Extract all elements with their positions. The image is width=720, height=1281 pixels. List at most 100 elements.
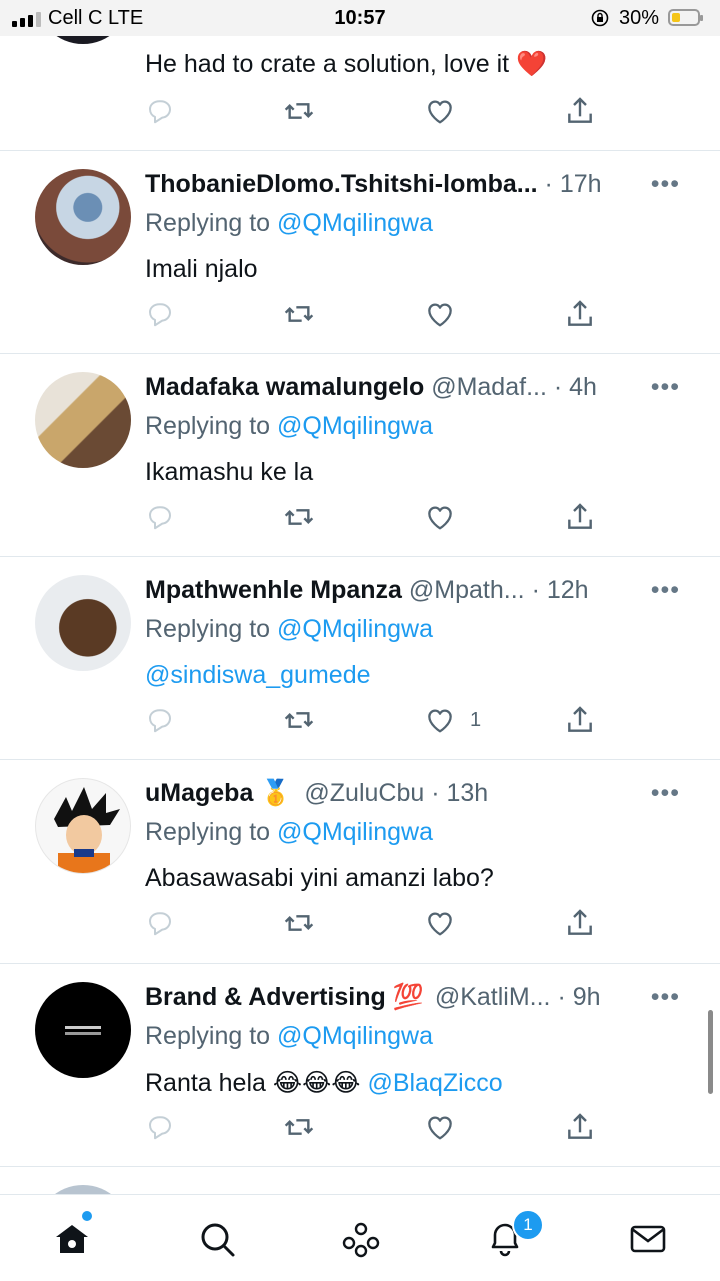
tweet-text: Abasawasabi yini amanzi labo? <box>145 864 494 892</box>
tweet-actions: 1 <box>145 702 605 742</box>
more-icon[interactable]: ••• <box>651 370 680 404</box>
more-icon[interactable]: ••• <box>651 573 680 607</box>
retweet-button[interactable] <box>283 702 315 738</box>
retweet-button[interactable] <box>283 93 315 129</box>
user-handle[interactable]: @Madaf... <box>431 373 547 401</box>
reply-icon <box>145 502 175 532</box>
share-button[interactable] <box>564 93 596 129</box>
like-button[interactable] <box>424 296 456 332</box>
tweet-header: Madafaka wamalungelo @Madaf... · 4h ••• <box>145 370 690 404</box>
share-icon <box>564 501 596 533</box>
reply-button[interactable] <box>145 93 175 129</box>
display-name[interactable]: uMageba 🥇 <box>145 779 291 807</box>
like-button[interactable] <box>424 1109 456 1145</box>
display-name[interactable]: Madafaka wamalungelo <box>145 373 424 401</box>
more-icon[interactable]: ••• <box>651 980 680 1014</box>
tweet-actions <box>145 296 605 336</box>
timestamp: 9h <box>572 983 601 1011</box>
user-handle[interactable]: @ZuluCbu <box>304 779 424 807</box>
retweet-button[interactable] <box>283 1109 315 1145</box>
more-icon[interactable]: ••• <box>651 776 680 810</box>
share-icon <box>564 907 596 939</box>
tweet-text: Imali njalo <box>145 255 258 283</box>
like-button[interactable] <box>424 905 456 941</box>
retweet-button[interactable] <box>283 499 315 535</box>
search-icon[interactable] <box>195 1217 239 1261</box>
rotation-lock-icon <box>591 9 609 27</box>
bottom-navigation <box>0 1194 720 1281</box>
tweet-item[interactable]: Brand & Advertising 💯 @KatliM... · 9h ••… <box>0 964 720 1167</box>
messages-icon[interactable] <box>626 1217 670 1261</box>
body-mention[interactable]: @sindiswa_gumede <box>145 661 371 689</box>
tweet-item[interactable]: Madafaka wamalungelo @Madaf... · 4h ••• … <box>0 354 720 557</box>
avatar[interactable] <box>35 982 131 1078</box>
retweet-icon <box>283 95 315 127</box>
timestamp: 17h <box>559 170 602 198</box>
share-icon <box>564 1111 596 1143</box>
spaces-icon[interactable] <box>339 1217 383 1261</box>
reply-button[interactable] <box>145 905 175 941</box>
avatar[interactable] <box>35 169 131 265</box>
replying-to: Replying to @QMqilingwa <box>145 1022 433 1051</box>
timestamp: 12h <box>546 576 589 604</box>
share-button[interactable] <box>564 1109 596 1145</box>
scroll-indicator[interactable] <box>708 1010 713 1094</box>
home-icon[interactable] <box>50 1217 94 1261</box>
avatar[interactable] <box>35 778 131 874</box>
replying-handle[interactable]: @QMqilingwa <box>277 412 433 440</box>
separator-dot: · <box>546 373 570 401</box>
share-button[interactable] <box>564 905 596 941</box>
replying-prefix: Replying to <box>145 818 278 846</box>
reply-button[interactable] <box>145 702 175 738</box>
retweet-icon <box>283 907 315 939</box>
notifications-badge: 1 <box>512 1209 544 1241</box>
replying-prefix: Replying to <box>145 209 278 237</box>
display-name[interactable]: ThobanieDlomo.Tshitshi-lomba... <box>145 170 538 198</box>
retweet-button[interactable] <box>283 905 315 941</box>
replying-handle[interactable]: @QMqilingwa <box>277 209 433 237</box>
retweet-icon <box>283 1111 315 1143</box>
user-handle[interactable]: @KatliM... <box>435 983 551 1011</box>
tweet-item[interactable]: ThobanieDlomo.Tshitshi-lomba... · 17h ••… <box>0 151 720 354</box>
reply-icon <box>145 1112 175 1142</box>
retweet-icon <box>283 298 315 330</box>
battery-icon <box>668 9 703 26</box>
reply-button[interactable] <box>145 1109 175 1145</box>
replying-handle[interactable]: @QMqilingwa <box>277 615 433 643</box>
retweet-button[interactable] <box>283 296 315 332</box>
share-button[interactable] <box>564 499 596 535</box>
reply-button[interactable] <box>145 499 175 535</box>
share-button[interactable] <box>564 296 596 332</box>
display-name[interactable]: Mpathwenhle Mpanza <box>145 576 402 604</box>
user-handle[interactable]: @Mpath... <box>409 576 525 604</box>
share-button[interactable] <box>564 702 596 738</box>
replying-handle[interactable]: @QMqilingwa <box>277 1022 433 1050</box>
tweet-text: He had to crate a solution, love it ❤️ <box>145 50 547 79</box>
tweet-header: Brand & Advertising 💯 @KatliM... · 9h ••… <box>145 980 690 1014</box>
body-mention[interactable]: @BlaqZicco <box>367 1069 502 1097</box>
tweet-actions <box>145 905 605 945</box>
tweet-text: Ikamashu ke la <box>145 458 314 486</box>
tweet-item[interactable]: Mpathwenhle Mpanza @Mpath... · 12h ••• R… <box>0 557 720 760</box>
avatar[interactable] <box>35 1185 131 1194</box>
avatar[interactable] <box>35 575 131 671</box>
separator-dot: · <box>544 170 560 198</box>
tweet-header: uMageba 🥇 @ZuluCbu · 13h ••• <box>145 776 690 810</box>
more-icon[interactable]: ••• <box>651 167 680 201</box>
reply-button[interactable] <box>145 296 175 332</box>
avatar[interactable] <box>35 372 131 468</box>
like-count: 1 <box>470 708 482 731</box>
tweet-item[interactable]: uMageba 🥇 @ZuluCbu · 13h ••• Replying to… <box>0 760 720 964</box>
tweet-feed[interactable]: He had to crate a solution, love it ❤️ T… <box>0 0 720 1194</box>
replying-handle[interactable]: @QMqilingwa <box>277 818 433 846</box>
display-name[interactable]: Brand & Advertising 💯 <box>145 983 424 1011</box>
like-button[interactable] <box>424 499 456 535</box>
avatar-logo <box>65 1026 101 1035</box>
like-button[interactable]: 1 <box>424 702 481 738</box>
tweet-body: Ranta hela 😂😂😂 <box>145 1069 368 1097</box>
replying-to: Replying to @QMqilingwa <box>145 412 433 441</box>
like-button[interactable] <box>424 93 456 129</box>
tweet-item[interactable] <box>0 1167 720 1194</box>
tweet-header: Mpathwenhle Mpanza @Mpath... · 12h ••• <box>145 573 690 607</box>
retweet-icon <box>283 501 315 533</box>
